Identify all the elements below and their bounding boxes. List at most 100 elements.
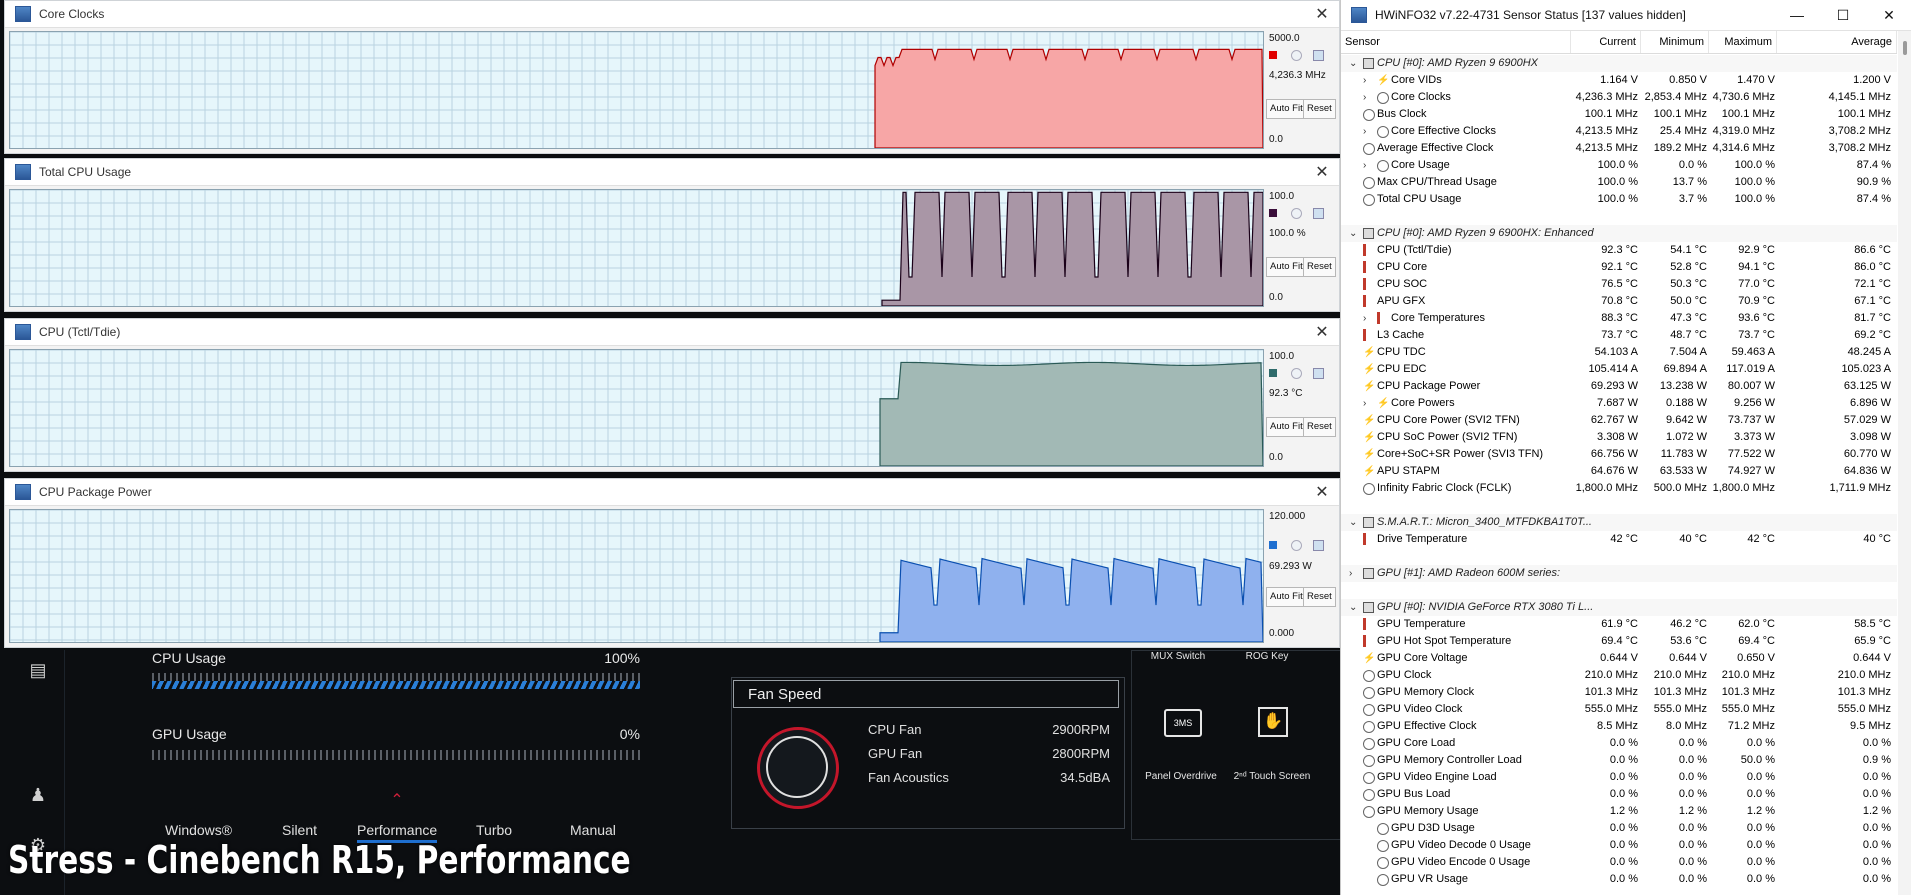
sensor-row[interactable]: GPU Memory Controller Load 0.0 % 0.0 % 50.0… [1341,752,1897,769]
sensor-row[interactable]: Infinity Fabric Clock (FCLK) 1,800.0 MHz 5… [1341,480,1897,497]
auto-fit-button[interactable]: Auto Fit [1266,417,1307,437]
sensor-row[interactable]: GPU Core Load 0.0 % 0.0 % 0.0 % 0.0 % [1341,735,1897,752]
auto-fit-button[interactable]: Auto Fit [1266,99,1307,119]
maximize-icon[interactable]: ☐ [1820,7,1866,24]
collapse-chevron-icon[interactable]: ⌄ [1349,514,1357,531]
column-average[interactable]: Average [1777,31,1897,53]
mux-switch-label[interactable]: MUX Switch [1138,651,1218,662]
sensor-row[interactable]: ⚡ CPU Package Power 69.293 W 13.238 W 80.007… [1341,378,1897,395]
series-color-swatch[interactable] [1269,369,1277,377]
expand-chevron-icon[interactable]: › [1363,157,1366,174]
close-icon[interactable]: ✕ [1305,162,1339,182]
mode-manual[interactable]: Manual [570,822,616,838]
mode-silent[interactable]: Silent [282,822,317,838]
sensor-row[interactable]: GPU Video Encode 0 Usage 0.0 % 0.0 % 0.0 % 0… [1341,854,1897,871]
sensor-row[interactable]: Max CPU/Thread Usage 100.0 % 13.7 % 100.0 %… [1341,174,1897,191]
sensor-row[interactable]: ⚡ Core+SoC+SR Power (SVI3 TFN) 66.756 W 11.… [1341,446,1897,463]
expand-chevron-icon[interactable]: › [1363,310,1366,327]
sensor-row[interactable]: GPU Hot Spot Temperature 69.4 °C 53.6 °C 69… [1341,633,1897,650]
sensor-row[interactable]: GPU Video Decode 0 Usage 0.0 % 0.0 % 0.0 % 0… [1341,837,1897,854]
sensor-row[interactable]: ⚡ CPU SoC Power (SVI2 TFN) 3.308 W 1.072 W 3… [1341,429,1897,446]
sensor-row[interactable]: › Core Effective Clocks 4,213.5 MHz 25.4 MH… [1341,123,1897,140]
toggle-circle-icon[interactable] [1291,540,1302,551]
reset-button[interactable]: Reset [1303,417,1336,437]
auto-fit-button[interactable]: Auto Fit [1266,587,1307,607]
series-color-swatch[interactable] [1269,209,1277,217]
sensor-row[interactable]: ⚡ APU STAPM 64.676 W 63.533 W 74.927 W 64.836… [1341,463,1897,480]
reset-button[interactable]: Reset [1303,99,1336,119]
vertical-scrollbar[interactable] [1898,31,1911,895]
user-icon[interactable]: ♟ [26,785,50,805]
sensor-group-row[interactable]: ⌄ GPU [#0]: NVIDIA GeForce RTX 3080 Ti L.… [1341,599,1897,616]
rog-key-label[interactable]: ROG Key [1227,651,1307,662]
expand-chevron-icon[interactable]: › [1349,565,1352,582]
touch-screen-label[interactable]: 2ⁿᵈ Touch Screen [1227,771,1317,782]
sensor-row[interactable]: GPU Bus Load 0.0 % 0.0 % 0.0 % 0.0 % [1341,786,1897,803]
close-icon[interactable]: ✕ [1305,482,1339,502]
sensor-row[interactable]: L3 Cache 73.7 °C 48.7 °C 73.7 °C 69.2 °C [1341,327,1897,344]
reset-button[interactable]: Reset [1303,587,1336,607]
sensor-row[interactable]: Average Effective Clock 4,213.5 MHz 189.2 … [1341,140,1897,157]
sensor-row[interactable]: ⚡ CPU Core Power (SVI2 TFN) 62.767 W 9.642 … [1341,412,1897,429]
column-sensor[interactable]: Sensor [1341,31,1571,53]
column-current[interactable]: Current [1571,31,1641,53]
mode-turbo[interactable]: Turbo [476,822,512,838]
toggle-circle-icon[interactable] [1291,368,1302,379]
sensor-row[interactable]: ⚡ GPU Core Voltage 0.644 V 0.644 V 0.650 V 0.… [1341,650,1897,667]
sensor-row[interactable]: Bus Clock 100.1 MHz 100.1 MHz 100.1 MHz 100.… [1341,106,1897,123]
sensor-row[interactable]: Drive Temperature 42 °C 40 °C 42 °C 40 °C [1341,531,1897,548]
sensor-row[interactable]: GPU Memory Usage 1.2 % 1.2 % 1.2 % 1.2 % [1341,803,1897,820]
panel-overdrive-label[interactable]: Panel Overdrive [1136,771,1226,782]
reset-button[interactable]: Reset [1303,257,1336,277]
sensor-row[interactable]: ⚡ CPU EDC 105.414 A 69.894 A 117.019 A 105.02… [1341,361,1897,378]
sensor-group-row[interactable]: › GPU [#1]: AMD Radeon 600M series: [1341,565,1897,582]
expand-chevron-icon[interactable]: › [1363,72,1366,89]
close-icon[interactable]: ✕ [1305,322,1339,342]
expand-chevron-icon[interactable]: › [1363,89,1366,106]
sensor-row[interactable]: GPU D3D Usage 0.0 % 0.0 % 0.0 % 0.0 % [1341,820,1897,837]
minimize-icon[interactable]: — [1774,7,1820,23]
sensor-group-row[interactable]: ⌄ CPU [#0]: AMD Ryzen 9 6900HX: Enhanced [1341,225,1897,242]
series-color-swatch[interactable] [1269,51,1277,59]
collapse-chevron-icon[interactable]: ⌄ [1349,55,1357,72]
sensor-row[interactable]: GPU Temperature 61.9 °C 46.2 °C 62.0 °C 58.5… [1341,616,1897,633]
sensor-row[interactable]: Total CPU Usage 100.0 % 3.7 % 100.0 % 87.4 % [1341,191,1897,208]
sensor-row[interactable]: GPU Clock 210.0 MHz 210.0 MHz 210.0 MHz 210.… [1341,667,1897,684]
close-icon[interactable]: ✕ [1305,4,1339,24]
series-color-swatch[interactable] [1269,541,1277,549]
sensor-row[interactable]: CPU Core 92.1 °C 52.8 °C 94.1 °C 86.0 °C [1341,259,1897,276]
sensor-row[interactable]: › ⚡ Core Powers 7.687 W 0.188 W 9.256 W 6.896 … [1341,395,1897,412]
column-maximum[interactable]: Maximum [1709,31,1777,53]
sensor-group-row[interactable]: ⌄ CPU [#0]: AMD Ryzen 9 6900HX [1341,55,1897,72]
panel-overdrive-icon[interactable]: 3MS [1164,709,1202,737]
column-minimum[interactable]: Minimum [1641,31,1709,53]
touch-screen-icon[interactable]: ✋ [1258,707,1288,737]
toggle-square-icon[interactable] [1313,368,1324,379]
sensor-group-row[interactable]: ⌄ S.M.A.R.T.: Micron_3400_MTFDKBA1T0T... [1341,514,1897,531]
toggle-square-icon[interactable] [1313,50,1324,61]
collapse-chevron-icon[interactable]: ⌄ [1349,225,1357,242]
sensor-row[interactable]: › Core Usage 100.0 % 0.0 % 100.0 % 87.4 % [1341,157,1897,174]
toggle-square-icon[interactable] [1313,208,1324,219]
sensor-row[interactable]: GPU Video Clock 555.0 MHz 555.0 MHz 555.0 M… [1341,701,1897,718]
toggle-square-icon[interactable] [1313,540,1324,551]
sensor-row[interactable]: › Core Temperatures 88.3 °C 47.3 °C 93.6 °C 8… [1341,310,1897,327]
toggle-circle-icon[interactable] [1291,208,1302,219]
sensor-row[interactable]: GPU VR Usage 0.0 % 0.0 % 0.0 % 0.0 % [1341,871,1897,888]
sensor-row[interactable]: GPU Effective Clock 8.5 MHz 8.0 MHz 71.2 MH… [1341,718,1897,735]
auto-fit-button[interactable]: Auto Fit [1266,257,1307,277]
sensor-row[interactable]: › Core Clocks 4,236.3 MHz 2,853.4 MHz 4,730.… [1341,89,1897,106]
toggle-circle-icon[interactable] [1291,50,1302,61]
sensor-row[interactable]: ⚡ CPU TDC 54.103 A 7.504 A 59.463 A 48.245 A [1341,344,1897,361]
sensor-row[interactable]: GPU Memory Clock 101.3 MHz 101.3 MHz 101.3 … [1341,684,1897,701]
sensor-row[interactable]: GPU Video Engine Load 0.0 % 0.0 % 0.0 % 0.0 … [1341,769,1897,786]
mode-windows[interactable]: Windows® [165,822,232,838]
close-icon[interactable]: ✕ [1866,7,1911,24]
collapse-chevron-icon[interactable]: ⌄ [1349,599,1357,616]
sensor-row[interactable]: CPU SOC 76.5 °C 50.3 °C 77.0 °C 72.1 °C [1341,276,1897,293]
sensor-row[interactable]: › ⚡ Core VIDs 1.164 V 0.850 V 1.470 V 1.200 V [1341,72,1897,89]
expand-chevron-icon[interactable]: › [1363,395,1366,412]
sensor-row[interactable]: APU GFX 70.8 °C 50.0 °C 70.9 °C 67.1 °C [1341,293,1897,310]
expand-chevron-icon[interactable]: › [1363,123,1366,140]
sensor-row[interactable]: CPU (Tctl/Tdie) 92.3 °C 54.1 °C 92.9 °C 86.6… [1341,242,1897,259]
